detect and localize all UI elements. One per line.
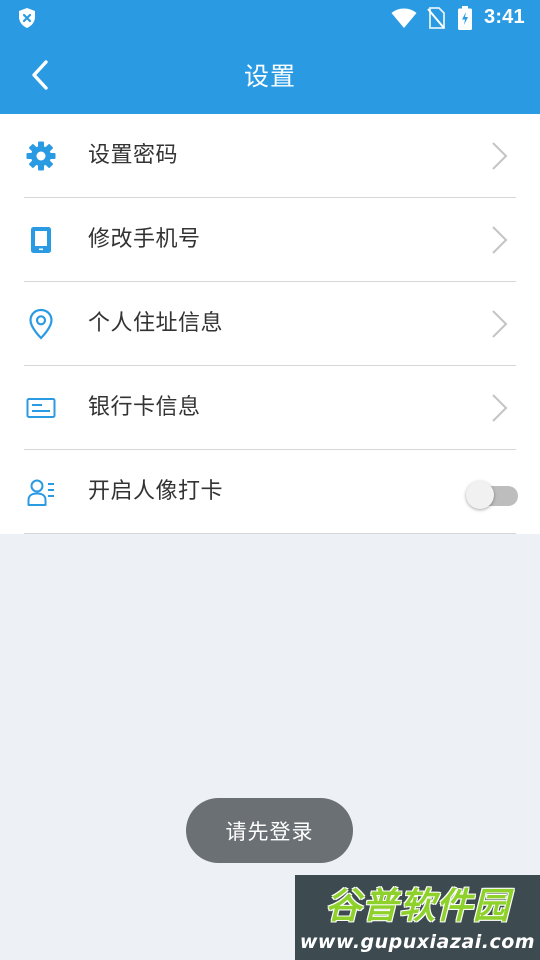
- settings-screen: 3:41 设置 设置密码 修改手机号 个人住址信息 银行卡信息 开启人像打卡 请…: [0, 0, 540, 960]
- settings-list: 设置密码 修改手机号 个人住址信息 银行卡信息 开启人像打卡: [0, 114, 540, 534]
- settings-item-label: 银行卡信息: [88, 395, 201, 420]
- status-bar: 3:41: [0, 0, 540, 36]
- person-list-icon: [24, 475, 58, 509]
- settings-item-phone[interactable]: 修改手机号: [0, 198, 540, 282]
- phone-icon: [24, 223, 58, 257]
- watermark: 谷普软件园 www.gupuxiazai.com: [295, 875, 540, 960]
- no-sim-icon: [427, 7, 445, 29]
- back-button[interactable]: [20, 54, 60, 96]
- settings-item-label: 设置密码: [88, 143, 179, 168]
- page-title: 设置: [243, 62, 296, 91]
- settings-item-face-clockin: 开启人像打卡: [0, 450, 540, 534]
- gear-icon: [24, 139, 58, 173]
- watermark-url: www.gupuxiazai.com: [299, 931, 536, 953]
- wifi-icon: [391, 8, 417, 28]
- settings-item-address[interactable]: 个人住址信息: [0, 282, 540, 366]
- battery-charging-icon: [458, 6, 472, 30]
- settings-item-label: 个人住址信息: [88, 311, 224, 336]
- chevron-right-icon: [492, 310, 508, 338]
- divider: [24, 533, 516, 534]
- shield-x-icon: [19, 8, 35, 28]
- watermark-title: 谷普软件园: [324, 886, 510, 927]
- location-pin-icon: [24, 307, 58, 341]
- settings-item-label: 修改手机号: [88, 227, 201, 252]
- chevron-right-icon: [492, 394, 508, 422]
- status-time: 3:41: [484, 6, 525, 28]
- toggle-thumb: [466, 481, 494, 509]
- toast-message: 请先登录: [186, 798, 353, 863]
- app-header: 设置: [0, 36, 540, 114]
- settings-item-password[interactable]: 设置密码: [0, 114, 540, 198]
- face-clockin-toggle[interactable]: [466, 477, 520, 509]
- chevron-left-icon: [32, 60, 48, 90]
- chevron-right-icon: [492, 142, 508, 170]
- settings-item-bank-card[interactable]: 银行卡信息: [0, 366, 540, 450]
- settings-item-label: 开启人像打卡: [88, 479, 224, 504]
- top-bar: 3:41 设置: [0, 0, 540, 114]
- bank-card-icon: [24, 391, 58, 425]
- chevron-right-icon: [492, 226, 508, 254]
